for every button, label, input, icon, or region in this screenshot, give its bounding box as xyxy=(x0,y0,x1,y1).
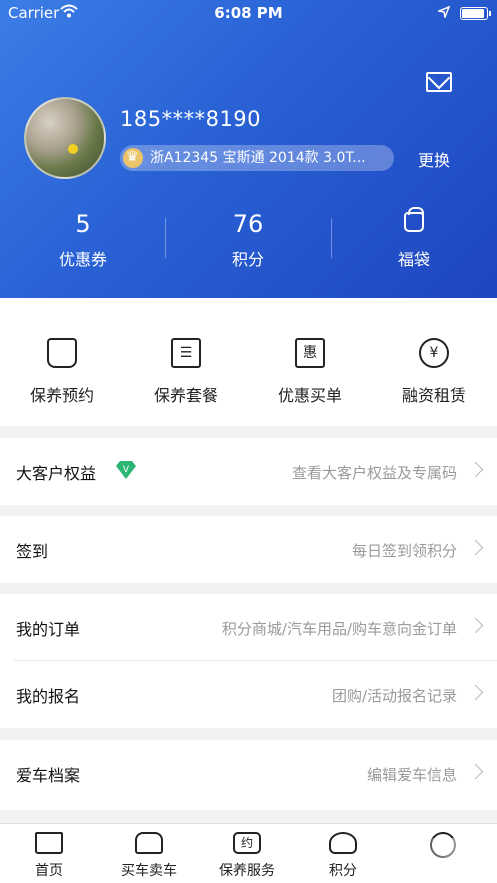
lucky-bag-label: 福袋 xyxy=(397,250,430,269)
row-my-registrations[interactable]: 我的报名 团购/活动报名记录 xyxy=(0,661,497,728)
chevron-right-icon xyxy=(467,461,484,478)
points-label: 积分 xyxy=(231,250,264,269)
tab-label: 买车卖车 xyxy=(121,863,177,879)
service-maintenance-package[interactable]: ☰ 保养套餐 xyxy=(124,338,248,406)
tab-label: 首页 xyxy=(35,863,63,879)
maintenance-icon xyxy=(47,338,77,368)
discount-icon: 惠 xyxy=(295,338,325,368)
chevron-right-icon xyxy=(467,617,484,634)
row-title: 大客户权益 xyxy=(16,464,97,483)
row-hint: 编辑爱车信息 xyxy=(366,766,457,784)
chevron-right-icon xyxy=(467,684,484,701)
status-time: 6:08 PM xyxy=(214,4,283,22)
change-car-button[interactable]: 更换 xyxy=(418,147,450,171)
tab-label: 保养服务 xyxy=(219,863,275,879)
current-car-label: 浙A12345 宝斯通 2014款 3.0T... xyxy=(150,150,366,166)
battery-icon xyxy=(460,7,491,20)
tab-points[interactable]: 积分 xyxy=(298,832,388,880)
profile-header: Carrier 6:08 PM 185****8190 浙A12345 宝斯通 … xyxy=(0,0,497,298)
service-label: 融资租赁 xyxy=(401,386,466,405)
service-label: 优惠买单 xyxy=(277,386,342,405)
home-icon xyxy=(35,832,63,854)
appointment-icon: 约 xyxy=(233,832,261,854)
service-finance-lease[interactable]: ¥ 融资租赁 xyxy=(372,338,496,406)
tab-maintenance-service[interactable]: 约 保养服务 xyxy=(202,832,292,880)
service-grid: 保养预约 ☰ 保养套餐 惠 优惠买单 ¥ 融资租赁 xyxy=(0,298,497,426)
avatar[interactable] xyxy=(24,97,106,179)
row-vip-benefits[interactable]: 大客户权益 V 查看大客户权益及专属码 xyxy=(0,438,497,505)
car-icon xyxy=(135,832,163,854)
chevron-right-icon xyxy=(467,539,484,556)
row-check-in[interactable]: 签到 每日签到领积分 xyxy=(0,516,497,583)
stat-points[interactable]: 76 积分 xyxy=(168,210,328,270)
crown-icon xyxy=(123,145,143,170)
tab-home[interactable]: 首页 xyxy=(4,832,94,880)
tab-label: 积分 xyxy=(329,863,357,879)
package-icon: ☰ xyxy=(171,338,201,368)
service-label: 保养预约 xyxy=(29,386,94,405)
divider xyxy=(331,218,332,258)
service-maintenance-booking[interactable]: 保养预约 xyxy=(0,338,124,406)
row-car-profile[interactable]: 爱车档案 编辑爱车信息 xyxy=(0,740,497,810)
row-my-orders[interactable]: 我的订单 积分商城/汽车用品/购车意向金订单 xyxy=(0,594,497,661)
row-title: 我的订单 xyxy=(16,620,81,639)
svg-text:V: V xyxy=(123,465,130,475)
row-hint: 查看大客户权益及专属码 xyxy=(291,464,457,482)
coupon-label: 优惠券 xyxy=(58,250,107,269)
finance-icon: ¥ xyxy=(419,338,449,368)
points-count: 76 xyxy=(232,210,264,238)
status-bar: Carrier 6:08 PM xyxy=(0,0,497,26)
row-title: 我的报名 xyxy=(16,687,81,706)
stat-lucky-bag[interactable]: 福袋 xyxy=(334,207,494,270)
service-label: 保养套餐 xyxy=(153,386,218,405)
chevron-right-icon xyxy=(467,763,484,780)
location-arrow-icon xyxy=(436,4,451,22)
heart-points-icon xyxy=(329,832,357,854)
message-icon[interactable] xyxy=(426,72,452,92)
row-title: 爱车档案 xyxy=(16,766,81,785)
watermark-overlay xyxy=(400,838,497,883)
row-hint: 每日签到领积分 xyxy=(351,542,457,560)
tab-buy-sell-car[interactable]: 买车卖车 xyxy=(104,832,194,880)
stat-coupons[interactable]: 5 优惠券 xyxy=(3,210,163,270)
service-discount-pay[interactable]: 惠 优惠买单 xyxy=(248,338,372,406)
user-phone: 185****8190 xyxy=(120,107,262,131)
coupon-count: 5 xyxy=(75,210,91,238)
lucky-bag-icon xyxy=(404,207,424,232)
divider xyxy=(165,218,166,258)
vip-diamond-icon: V xyxy=(116,461,136,479)
current-car-pill[interactable]: 浙A12345 宝斯通 2014款 3.0T... xyxy=(120,145,394,171)
row-hint: 团购/活动报名记录 xyxy=(331,687,457,705)
row-hint: 积分商城/汽车用品/购车意向金订单 xyxy=(221,620,457,638)
row-title: 签到 xyxy=(16,542,49,561)
